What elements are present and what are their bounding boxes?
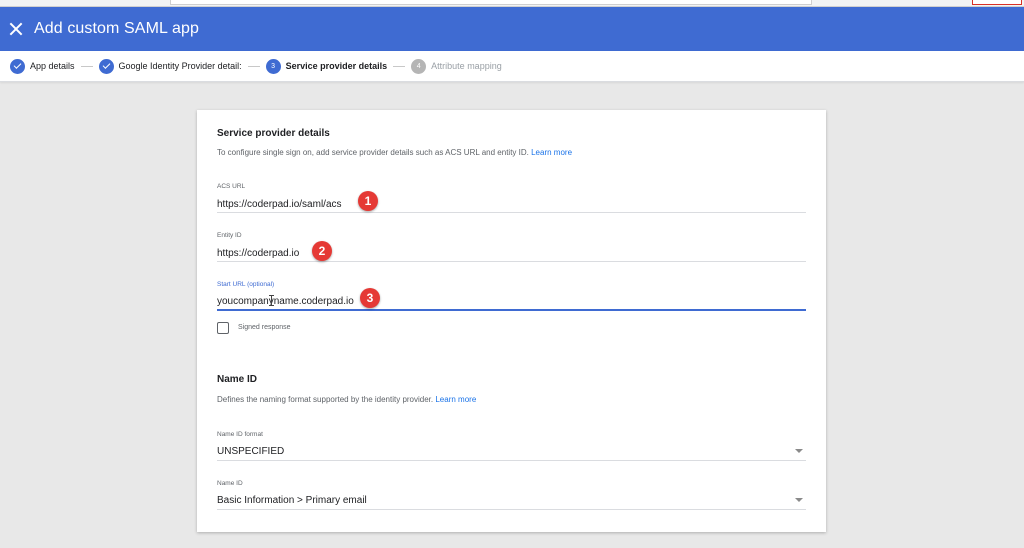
step-label: Google Identity Provider detail: [118, 61, 242, 71]
annotation-badge-1: 1 [358, 191, 378, 211]
name-id-underline [217, 509, 806, 510]
name-id-format-select[interactable]: UNSPECIFIED [217, 446, 284, 457]
step-number-circle: 3 [265, 58, 281, 74]
acs-url-input[interactable]: https://coderpad.io/saml/acs [217, 199, 342, 210]
learn-more-link[interactable]: Learn more [531, 148, 572, 157]
service-provider-card: Service provider details To configure si… [197, 110, 826, 532]
browser-toolbar-strip [0, 0, 1024, 7]
chevron-down-icon[interactable] [795, 449, 803, 453]
step-label: Attribute mapping [431, 61, 502, 71]
section-title-service-provider: Service provider details [217, 128, 330, 139]
step-attribute-mapping[interactable]: 4 Attribute mapping [411, 58, 502, 74]
address-bar[interactable] [170, 0, 812, 5]
description-text: To configure single sign on, add service… [217, 148, 529, 157]
browser-action-button[interactable] [972, 0, 1022, 5]
chevron-down-icon[interactable] [795, 498, 803, 502]
name-id-select[interactable]: Basic Information > Primary email [217, 495, 367, 506]
app-header: Add custom SAML app [0, 7, 1024, 51]
step-label: App details [30, 61, 75, 71]
check-icon [13, 61, 22, 69]
step-connector [393, 65, 406, 67]
learn-more-link[interactable]: Learn more [435, 395, 476, 404]
setup-stepper: App details Google Identity Provider det… [0, 51, 1024, 82]
signed-response-label: Signed response [238, 324, 291, 331]
header-title: Add custom SAML app [34, 20, 199, 37]
step-label: Service provider details [285, 61, 388, 71]
signed-response-checkbox[interactable] [217, 322, 229, 334]
step-connector [247, 65, 260, 67]
name-id-format-underline [217, 460, 806, 461]
start-url-label: Start URL (optional) [217, 281, 275, 288]
step-service-provider-details[interactable]: 3 Service provider details [265, 58, 388, 74]
entity-id-underline [217, 261, 806, 262]
step-connector [80, 65, 93, 67]
entity-id-input[interactable]: https://coderpad.io [217, 248, 299, 259]
close-icon[interactable] [9, 22, 23, 36]
name-id-label: Name ID [217, 480, 243, 487]
annotation-badge-3: 3 [360, 288, 380, 308]
start-url-underline [217, 309, 806, 311]
entity-id-label: Entity ID [217, 232, 242, 239]
acs-url-underline [217, 212, 806, 213]
check-icon [102, 61, 110, 69]
step-app-details[interactable]: App details [10, 58, 75, 74]
start-url-input[interactable]: youcompanyname.coderpad.io [217, 296, 354, 307]
step-google-idp-details[interactable]: Google Identity Provider detail: [98, 58, 242, 74]
step-complete-circle [10, 58, 25, 74]
step-number-circle: 4 [411, 58, 427, 74]
section-title-name-id: Name ID [217, 374, 258, 385]
step-complete-circle [98, 58, 114, 74]
description-text: Defines the naming format supported by t… [217, 395, 434, 404]
name-id-format-label: Name ID format [217, 431, 263, 438]
acs-url-label: ACS URL [217, 183, 246, 190]
section-description: To configure single sign on, add service… [217, 148, 572, 157]
annotation-badge-2: 2 [312, 241, 332, 261]
text-cursor-icon [269, 295, 275, 306]
name-id-description: Defines the naming format supported by t… [217, 395, 476, 404]
